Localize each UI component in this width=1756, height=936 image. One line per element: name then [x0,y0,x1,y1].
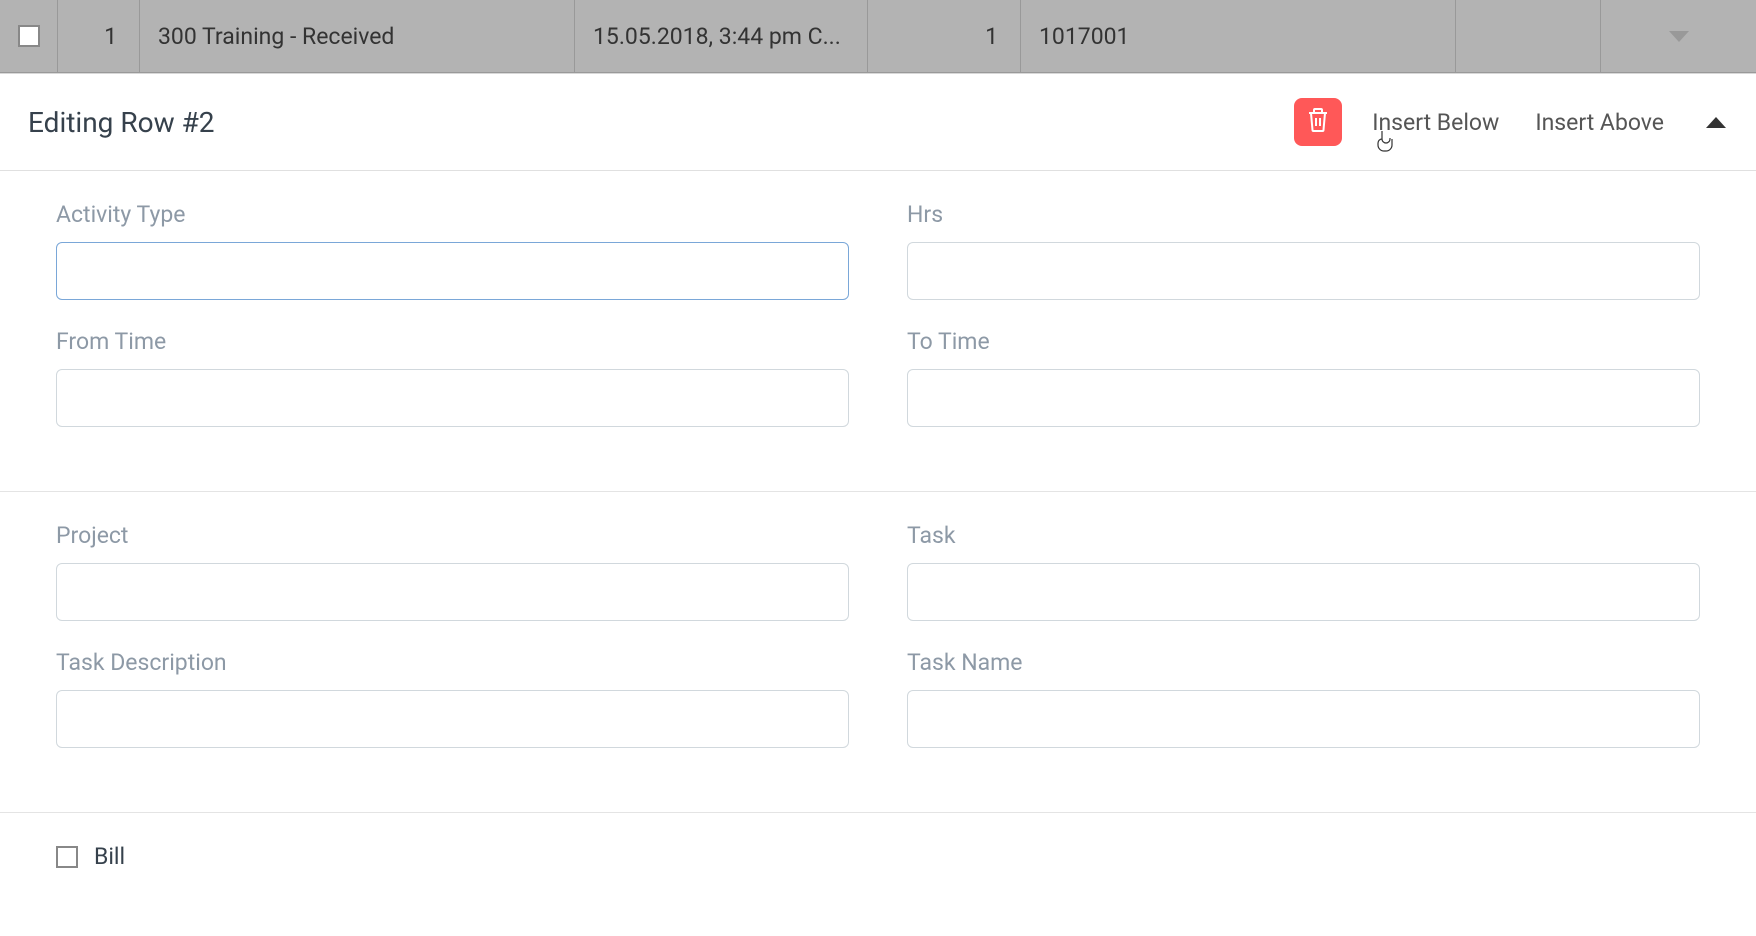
label-task-name: Task Name [907,649,1700,676]
task-description-input[interactable] [56,690,849,748]
row-serial: 1 [58,0,140,72]
form-group-project: Project [56,522,849,621]
row-blank [1456,0,1601,72]
form-group-from-time: From Time [56,328,849,427]
form-section-3: Bill [0,813,1756,906]
bill-checkbox[interactable] [56,846,78,868]
collapse-icon[interactable] [1706,117,1726,128]
row-qty: 1 [868,0,1021,72]
label-bill: Bill [94,843,125,870]
form-group-to-time: To Time [907,328,1700,427]
row-timestamp: 15.05.2018, 3:44 pm C... [575,0,868,72]
label-from-time: From Time [56,328,849,355]
insert-above-button[interactable]: Insert Above [1529,105,1670,140]
row-expand-cell[interactable] [1601,0,1756,72]
panel-actions: Insert Below Insert Above [1294,98,1726,146]
bill-checkbox-row: Bill [56,843,1700,870]
row-checkbox-cell [0,0,58,72]
label-task: Task [907,522,1700,549]
chevron-down-icon [1669,31,1689,42]
delete-button[interactable] [1294,98,1342,146]
project-input[interactable] [56,563,849,621]
label-project: Project [56,522,849,549]
form-group-task: Task [907,522,1700,621]
panel-header: Editing Row #2 Insert Below Insert Above [0,74,1756,171]
edit-panel: Editing Row #2 Insert Below Insert Above [0,73,1756,906]
row-checkbox[interactable] [18,25,40,47]
label-activity-type: Activity Type [56,201,849,228]
table-row: 1 300 Training - Received 15.05.2018, 3:… [0,0,1756,73]
to-time-input[interactable] [907,369,1700,427]
trash-icon [1306,106,1330,138]
row-activity: 300 Training - Received [140,0,575,72]
form-group-task-description: Task Description [56,649,849,748]
label-hrs: Hrs [907,201,1700,228]
activity-type-input[interactable] [56,242,849,300]
form-section-1: Activity Type Hrs From Time To Time [0,171,1756,492]
hrs-input[interactable] [907,242,1700,300]
label-to-time: To Time [907,328,1700,355]
form-section-2: Project Task Task Description Task Name [0,492,1756,813]
row-code: 1017001 [1021,0,1456,72]
task-input[interactable] [907,563,1700,621]
panel-title: Editing Row #2 [28,106,215,139]
form-group-task-name: Task Name [907,649,1700,748]
form-group-activity-type: Activity Type [56,201,849,300]
form-group-hrs: Hrs [907,201,1700,300]
label-task-description: Task Description [56,649,849,676]
from-time-input[interactable] [56,369,849,427]
task-name-input[interactable] [907,690,1700,748]
insert-below-button[interactable]: Insert Below [1366,105,1505,140]
